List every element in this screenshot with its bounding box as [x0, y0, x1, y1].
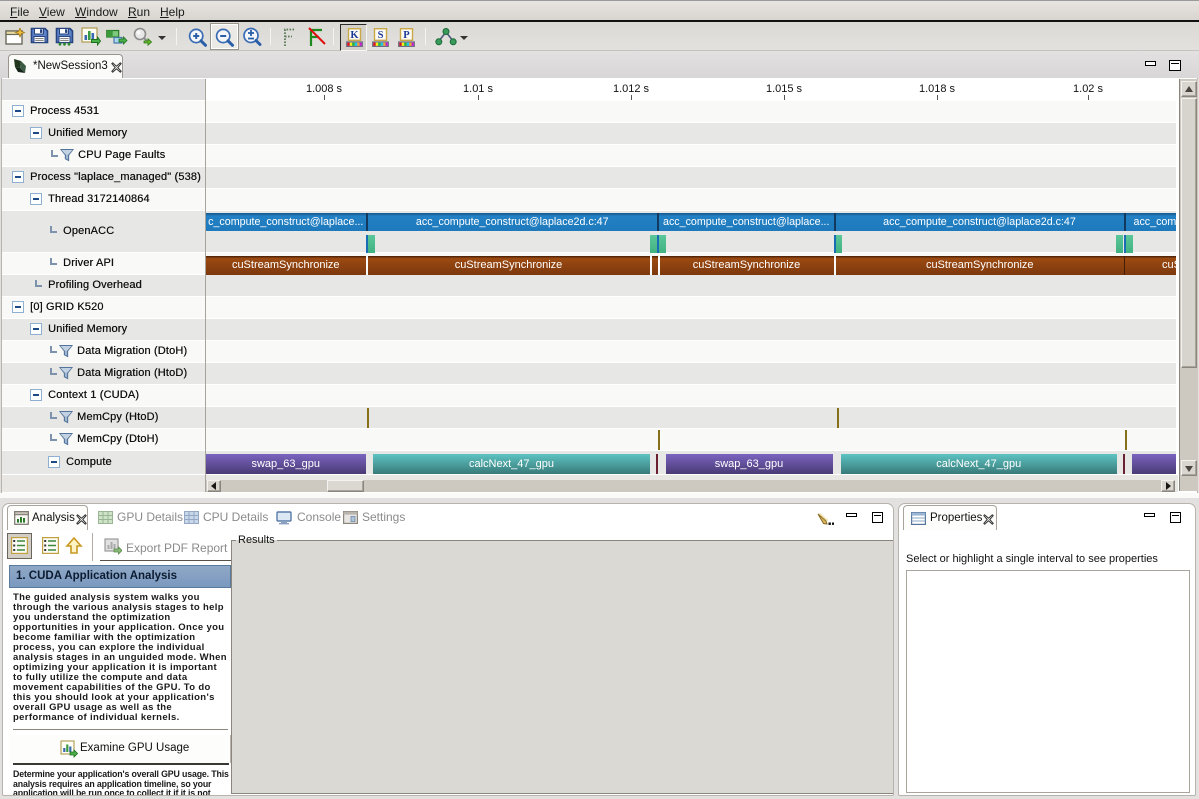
svg-text:S: S: [378, 30, 384, 41]
svg-text:P: P: [403, 30, 410, 41]
svg-text:K: K: [350, 30, 359, 41]
